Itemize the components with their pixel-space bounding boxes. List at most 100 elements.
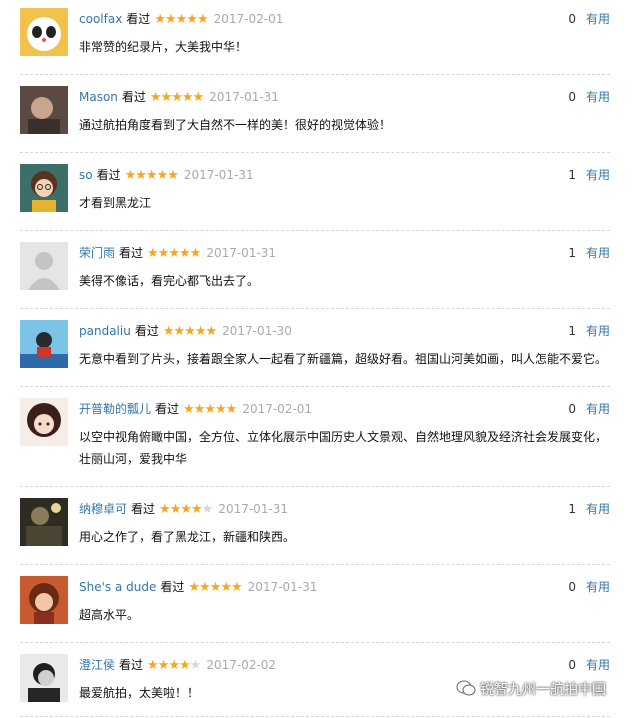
comment-meta: 开普勒的瓢儿 看过 ★★★★★ 2017-02-01 xyxy=(79,400,312,418)
watched-label: 看过 xyxy=(155,402,180,416)
comment-meta: She's a dude 看过 ★★★★★ 2017-01-31 xyxy=(79,578,317,596)
star-filled-icon: ★ xyxy=(191,502,203,517)
rating-stars: ★★★★★ xyxy=(150,90,204,105)
star-filled-icon: ★ xyxy=(157,658,170,673)
star-filled-icon: ★ xyxy=(204,402,216,417)
star-filled-icon: ★ xyxy=(135,168,147,183)
useful-count: 1 xyxy=(568,246,576,260)
avatar[interactable] xyxy=(20,398,68,446)
star-filled-icon: ★ xyxy=(147,246,159,261)
star-filled-icon: ★ xyxy=(147,658,159,673)
avatar[interactable] xyxy=(20,242,68,290)
star-filled-icon: ★ xyxy=(145,168,158,183)
username-link[interactable]: She's a dude xyxy=(79,580,156,594)
useful-count: 0 xyxy=(568,658,576,672)
wechat-icon xyxy=(456,680,476,700)
watched-label: 看过 xyxy=(119,246,144,260)
comment-meta: 纳穆卓可 看过 ★★★★★ 2017-01-31 xyxy=(79,500,288,518)
useful-count: 1 xyxy=(568,324,576,338)
star-filled-icon: ★ xyxy=(168,658,180,673)
useful-button[interactable]: 有用 xyxy=(586,88,610,106)
comment-item: coolfax 看过 ★★★★★ 2017-02-01 0 有用 非常赞的纪录片，大美… xyxy=(20,0,610,75)
watermark-text: 锐智九州一航拍中国 xyxy=(480,682,606,698)
username-link[interactable]: 纳穆卓可 xyxy=(79,502,127,516)
useful-button[interactable]: 有用 xyxy=(586,500,610,518)
comment-meta: Mason 看过 ★★★★★ 2017-01-31 xyxy=(79,88,279,106)
watched-label: 看过 xyxy=(119,658,144,672)
comment-item: so 看过 ★★★★★ 2017-01-31 1 有用 才看到黑龙江 xyxy=(20,156,610,231)
comment-item: 荣门雨 看过 ★★★★★ 2017-01-31 1 有用 美得不像话，看完心都飞出去了… xyxy=(20,234,610,309)
avatar[interactable] xyxy=(20,320,68,368)
rating-stars: ★★★★★ xyxy=(147,658,202,673)
star-filled-icon: ★ xyxy=(167,168,179,183)
useful-button[interactable]: 有用 xyxy=(586,10,610,28)
comment-meta: pandaliu 看过 ★★★★★ 2017-01-30 xyxy=(79,322,292,340)
rating-stars: ★★★★★ xyxy=(154,12,209,27)
avatar[interactable] xyxy=(20,498,68,546)
useful-button[interactable]: 有用 xyxy=(586,578,610,596)
avatar[interactable] xyxy=(20,654,68,702)
comment-text: 才看到黑龙江 xyxy=(79,196,152,210)
username-link[interactable]: 澄江侯 xyxy=(79,658,115,672)
comment-text: 非常赞的纪录片，大美我中华！ xyxy=(79,40,248,54)
comment-item: pandaliu 看过 ★★★★★ 2017-01-30 1 有用 无意中看到了片头，… xyxy=(20,312,610,387)
star-filled-icon: ★ xyxy=(209,580,222,595)
useful-count: 0 xyxy=(568,580,576,594)
rating-stars: ★★★★★ xyxy=(162,324,217,339)
useful-button[interactable]: 有用 xyxy=(586,400,610,418)
comment-date: 2017-02-01 xyxy=(213,12,284,26)
watched-label: 看过 xyxy=(134,324,159,338)
star-filled-icon: ★ xyxy=(124,168,137,183)
useful-button[interactable]: 有用 xyxy=(586,244,610,262)
comment-date: 2017-01-30 xyxy=(222,324,292,338)
comment-text: 超高水平。 xyxy=(79,608,140,622)
username-link[interactable]: pandaliu xyxy=(79,324,131,338)
username-link[interactable]: coolfax xyxy=(79,12,122,26)
useful-button[interactable]: 有用 xyxy=(586,322,610,340)
comment-date: 2017-01-31 xyxy=(209,90,279,104)
avatar[interactable] xyxy=(20,86,68,134)
star-filled-icon: ★ xyxy=(173,324,186,339)
watched-label: 看过 xyxy=(121,90,146,104)
star-empty-icon: ★ xyxy=(189,658,202,673)
star-empty-icon: ★ xyxy=(201,502,214,517)
star-filled-icon: ★ xyxy=(220,580,232,595)
star-filled-icon: ★ xyxy=(162,324,175,339)
comment-meta: 荣门雨 看过 ★★★★★ 2017-01-31 xyxy=(79,244,276,262)
useful-count: 1 xyxy=(568,502,576,516)
rating-stars: ★★★★★ xyxy=(188,580,242,595)
comment-text: 美得不像话，看完心都飞出去了。 xyxy=(79,274,260,288)
star-filled-icon: ★ xyxy=(194,324,207,339)
username-link[interactable]: Mason xyxy=(79,90,118,104)
useful-count: 1 xyxy=(568,168,576,182)
star-filled-icon: ★ xyxy=(168,246,180,261)
star-filled-icon: ★ xyxy=(193,402,206,417)
useful-count: 0 xyxy=(568,12,576,26)
comment-date: 2017-01-31 xyxy=(247,580,318,594)
star-filled-icon: ★ xyxy=(164,12,177,27)
comment-item: She's a dude 看过 ★★★★★ 2017-01-31 0 有用 超高水平。 xyxy=(20,568,610,643)
username-link[interactable]: so xyxy=(79,168,93,182)
watermark: 锐智九州一航拍中国 xyxy=(456,679,606,700)
star-filled-icon: ★ xyxy=(160,90,173,105)
star-filled-icon: ★ xyxy=(181,90,194,105)
star-filled-icon: ★ xyxy=(215,402,227,417)
avatar[interactable] xyxy=(20,8,68,56)
comment-date: 2017-02-01 xyxy=(242,402,313,416)
comment-meta: so 看过 ★★★★★ 2017-01-31 xyxy=(79,166,254,184)
star-filled-icon: ★ xyxy=(199,580,211,595)
comment-meta: coolfax 看过 ★★★★★ 2017-02-01 xyxy=(79,10,283,28)
username-link[interactable]: 荣门雨 xyxy=(79,246,115,260)
rating-stars: ★★★★★ xyxy=(159,502,214,517)
avatar[interactable] xyxy=(20,164,68,212)
star-filled-icon: ★ xyxy=(169,502,182,517)
star-filled-icon: ★ xyxy=(196,12,209,27)
username-link[interactable]: 开普勒的瓢儿 xyxy=(79,402,151,416)
useful-button[interactable]: 有用 xyxy=(586,166,610,184)
avatar[interactable] xyxy=(20,576,68,624)
comment-date: 2017-02-02 xyxy=(206,658,277,672)
useful-count: 0 xyxy=(568,402,576,416)
useful-button[interactable]: 有用 xyxy=(586,656,610,674)
comment-date: 2017-01-31 xyxy=(206,246,277,260)
comment-text: 用心之作了，看了黑龙江，新疆和陕西。 xyxy=(79,530,296,544)
